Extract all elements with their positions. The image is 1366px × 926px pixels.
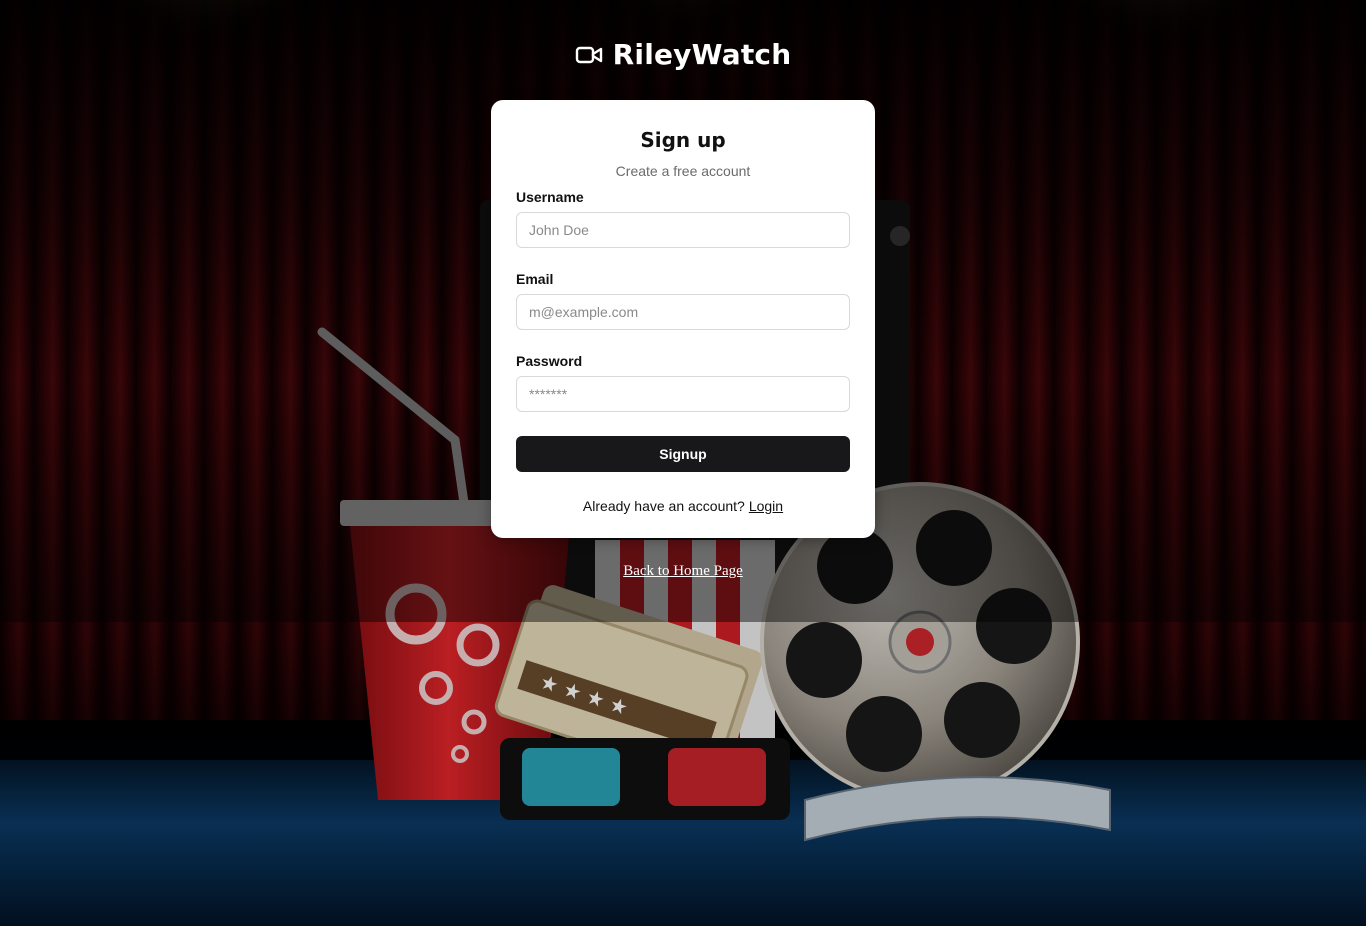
- login-prompt-text: Already have an account?: [582, 498, 745, 514]
- video-camera-icon: [575, 44, 603, 66]
- email-input[interactable]: [516, 294, 850, 330]
- username-label: Username: [516, 189, 584, 205]
- brand-name: RileyWatch: [612, 38, 792, 71]
- password-input[interactable]: [516, 376, 850, 412]
- back-link-row: Back to Home Page: [0, 563, 1366, 580]
- username-input[interactable]: [516, 212, 850, 248]
- signup-button[interactable]: Signup: [516, 436, 850, 472]
- back-to-home-link[interactable]: Back to Home Page: [623, 563, 743, 579]
- password-label: Password: [516, 353, 583, 369]
- signup-subtitle: Create a free account: [615, 163, 751, 179]
- signup-title: Sign up: [640, 128, 726, 152]
- login-link[interactable]: Login: [749, 498, 783, 514]
- brand-header: RileyWatch: [0, 38, 1366, 71]
- signup-card: Sign up Create a free account Username E…: [491, 100, 875, 538]
- login-prompt-row: Already have an account? Login: [516, 498, 850, 514]
- signup-page: ★ ★ ★ ★ RileyWatch Sign up Create a free…: [0, 0, 1366, 926]
- email-label: Email: [516, 271, 554, 287]
